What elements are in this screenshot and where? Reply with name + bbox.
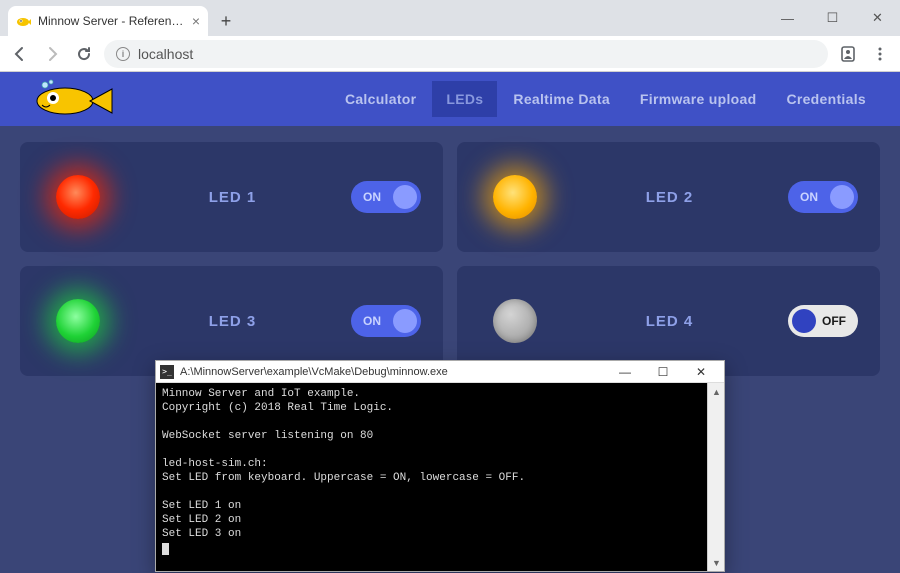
terminal-app-icon: >_: [160, 365, 174, 379]
led-indicator-1: [42, 161, 114, 233]
led-indicator-4: [479, 285, 551, 357]
led-bulb-icon: [56, 299, 100, 343]
toggle-knob: [792, 309, 816, 333]
nav-menu: Calculator LEDs Realtime Data Firmware u…: [331, 81, 880, 117]
terminal-minimize-button[interactable]: —: [606, 365, 644, 379]
led-bulb-icon: [493, 175, 537, 219]
terminal-close-button[interactable]: ✕: [682, 365, 720, 379]
app-logo: [20, 79, 140, 119]
led-bulb-icon: [493, 299, 537, 343]
tab-favicon: [16, 13, 32, 29]
led-toggle-4[interactable]: OFF: [788, 305, 858, 337]
site-info-icon[interactable]: i: [116, 47, 130, 61]
terminal-body-wrap: Minnow Server and IoT example. Copyright…: [156, 383, 724, 571]
led-label: LED 1: [124, 189, 341, 206]
browser-tab[interactable]: Minnow Server - Reference Platf ×: [8, 6, 208, 36]
led-grid: LED 1 ON LED 2 ON LED 3 ON LED 4: [0, 126, 900, 392]
terminal-output[interactable]: Minnow Server and IoT example. Copyright…: [156, 383, 707, 571]
toggle-knob: [830, 185, 854, 209]
window-maximize-button[interactable]: ☐: [810, 0, 855, 36]
back-button[interactable]: [8, 42, 32, 66]
led-card-1: LED 1 ON: [20, 142, 443, 252]
account-icon[interactable]: [836, 42, 860, 66]
led-label: LED 3: [124, 313, 341, 330]
close-tab-icon[interactable]: ×: [192, 13, 200, 29]
scroll-up-icon[interactable]: ▲: [708, 383, 725, 400]
menu-icon[interactable]: [868, 42, 892, 66]
led-toggle-3[interactable]: ON: [351, 305, 421, 337]
toggle-label: ON: [363, 314, 381, 328]
terminal-window[interactable]: >_ A:\MinnowServer\example\VcMake\Debug\…: [155, 360, 725, 572]
terminal-maximize-button[interactable]: ☐: [644, 365, 682, 379]
terminal-cursor: [162, 543, 169, 555]
toggle-knob: [393, 185, 417, 209]
scroll-down-icon[interactable]: ▼: [708, 554, 725, 571]
window-controls: — ☐ ✕: [765, 0, 900, 36]
terminal-title: A:\MinnowServer\example\VcMake\Debug\min…: [180, 366, 606, 378]
toggle-label: ON: [800, 190, 818, 204]
url-text: localhost: [138, 46, 193, 62]
led-card-2: LED 2 ON: [457, 142, 880, 252]
app-topbar: Calculator LEDs Realtime Data Firmware u…: [0, 72, 900, 126]
browser-tab-strip: Minnow Server - Reference Platf × + — ☐ …: [0, 0, 900, 36]
tab-title: Minnow Server - Reference Platf: [38, 14, 186, 28]
forward-button[interactable]: [40, 42, 64, 66]
browser-toolbar: i localhost: [0, 36, 900, 72]
nav-leds[interactable]: LEDs: [432, 81, 497, 117]
window-minimize-button[interactable]: —: [765, 0, 810, 36]
reload-button[interactable]: [72, 42, 96, 66]
led-toggle-2[interactable]: ON: [788, 181, 858, 213]
led-indicator-3: [42, 285, 114, 357]
toggle-label: ON: [363, 190, 381, 204]
window-close-button[interactable]: ✕: [855, 0, 900, 36]
toggle-label: OFF: [822, 314, 846, 328]
led-toggle-1[interactable]: ON: [351, 181, 421, 213]
nav-credentials[interactable]: Credentials: [772, 81, 880, 117]
new-tab-button[interactable]: +: [212, 7, 240, 35]
terminal-scrollbar[interactable]: ▲ ▼: [707, 383, 724, 571]
nav-firmware-upload[interactable]: Firmware upload: [626, 81, 771, 117]
led-indicator-2: [479, 161, 551, 233]
nav-realtime-data[interactable]: Realtime Data: [499, 81, 624, 117]
led-bulb-icon: [56, 175, 100, 219]
toggle-knob: [393, 309, 417, 333]
address-bar[interactable]: i localhost: [104, 40, 828, 68]
led-label: LED 4: [561, 313, 778, 330]
nav-calculator[interactable]: Calculator: [331, 81, 430, 117]
led-label: LED 2: [561, 189, 778, 206]
terminal-titlebar[interactable]: >_ A:\MinnowServer\example\VcMake\Debug\…: [156, 361, 724, 383]
